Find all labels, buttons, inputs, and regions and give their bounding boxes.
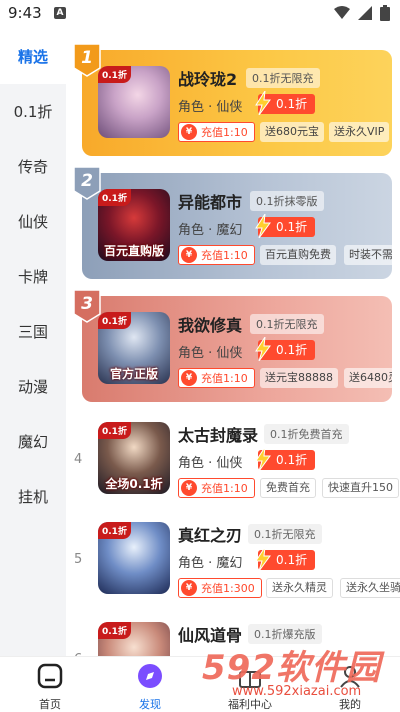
home-icon	[37, 663, 63, 689]
benefit-tag: 百元直购免费	[260, 245, 336, 265]
sidebar-item-xianxia[interactable]: 仙侠	[0, 193, 66, 249]
compass-icon	[138, 664, 162, 688]
coin-icon: ¥	[181, 580, 197, 596]
coin-icon: ¥	[181, 480, 197, 496]
game-icon: 0.1折 官方正版	[98, 312, 170, 384]
game-list: 1 0.1折 战玲珑2 0.1折无限充 角色 · 仙侠 0.1折 ¥ 充值1:1…	[66, 28, 400, 656]
game-title: 战玲珑2	[178, 70, 238, 89]
benefit-tag: 送永久精灵	[266, 578, 333, 598]
sidebar-item-card[interactable]: 卡牌	[0, 248, 66, 304]
sidebar-item-fantasy[interactable]: 魔幻	[0, 413, 66, 469]
sidebar-item-anime[interactable]: 动漫	[0, 358, 66, 414]
game-genre: 角色 · 仙侠	[178, 456, 243, 471]
category-sidebar: 精选 0.1折 传奇 仙侠 卡牌 三国 动漫 魔幻 挂机	[0, 28, 66, 656]
game-genre: 角色 · 魔幻	[178, 223, 243, 238]
game-title: 仙风道骨	[178, 626, 243, 645]
signal-icon	[358, 6, 372, 20]
sidebar-item-idle[interactable]: 挂机	[0, 468, 66, 524]
discount-chip: 0.1折	[255, 337, 316, 361]
lightning-icon	[255, 337, 271, 361]
game-row-5[interactable]: 5 0.1折 真红之刃 0.1折无限充 角色 · 魔幻 0.1折 ¥ 充值1:3…	[66, 516, 400, 616]
game-title: 真红之刃	[178, 526, 243, 545]
benefit-tag: 免费首充	[260, 478, 316, 498]
game-card-1[interactable]: 1 0.1折 战玲珑2 0.1折无限充 角色 · 仙侠 0.1折 ¥ 充值1:1…	[73, 43, 392, 156]
game-genre: 角色 · 魔幻	[178, 556, 243, 571]
game-genre: 角色 · 仙侠	[178, 346, 243, 361]
promo-tag: 0.1折免费首充	[264, 424, 349, 444]
game-title: 太古封魔录	[178, 426, 259, 445]
benefit-tag: 送永久坐骑	[340, 578, 400, 598]
nav-mine[interactable]: 我的	[315, 663, 385, 712]
promo-tag: 0.1折无限充	[250, 314, 324, 334]
status-icons	[334, 5, 390, 21]
benefit-tag: 快速直升150	[322, 478, 399, 498]
game-card-3[interactable]: 3 0.1折 官方正版 我欲修真 0.1折无限充 角色 · 仙侠 0.1折 ¥ …	[73, 289, 392, 402]
charge-chip: ¥ 充值1:10	[178, 122, 255, 142]
game-row-6[interactable]: 6 0.1折 仙风道骨 0.1折爆充版	[66, 616, 400, 656]
game-icon: 0.1折 全场0.1折	[98, 422, 170, 494]
status-bar: 9:43 A	[0, 0, 400, 28]
game-icon: 0.1折	[98, 522, 170, 594]
rank-number: 5	[74, 552, 83, 567]
game-title: 我欲修真	[178, 316, 243, 335]
notification-icon: A	[54, 7, 66, 19]
lightning-icon	[255, 214, 271, 238]
game-icon: 0.1折	[98, 622, 170, 656]
game-icon: 0.1折	[98, 66, 170, 138]
charge-chip: ¥ 充值1:10	[178, 245, 255, 265]
nav-discover[interactable]: 发现	[115, 663, 185, 712]
discount-chip: 0.1折	[255, 214, 316, 238]
sidebar-item-featured[interactable]: 精选	[0, 28, 66, 84]
charge-chip: ¥ 充值1:10	[178, 368, 255, 388]
nav-welfare[interactable]: 福利中心	[215, 663, 285, 712]
game-card-2[interactable]: 2 0.1折 百元直购版 异能都市 0.1折抹零版 角色 · 魔幻 0.1折 ¥…	[73, 166, 392, 279]
lightning-icon	[255, 91, 271, 115]
game-row-4[interactable]: 4 0.1折 全场0.1折 太古封魔录 0.1折免费首充 角色 · 仙侠 0.1…	[66, 416, 400, 516]
benefit-tag: 送永久VIP	[329, 122, 390, 142]
promo-tag: 0.1折无限充	[246, 68, 320, 88]
coin-icon: ¥	[181, 124, 197, 140]
status-time: 9:43	[8, 4, 42, 22]
benefit-tag: 送元宝88888	[260, 368, 338, 388]
gift-icon	[239, 671, 261, 688]
discount-chip: 0.1折	[255, 91, 316, 115]
game-icon: 0.1折 百元直购版	[98, 189, 170, 261]
game-genre: 角色 · 仙侠	[178, 100, 243, 115]
benefit-tag: 时装不需	[344, 245, 392, 265]
benefit-tag: 送680元宝	[260, 122, 324, 142]
rank-number: 4	[74, 452, 83, 467]
bottom-nav: 首页 发现 福利中心 我的	[0, 656, 400, 712]
coin-icon: ¥	[181, 370, 197, 386]
benefit-tag: 送6480灵	[344, 368, 392, 388]
promo-tag: 0.1折爆充版	[248, 624, 322, 644]
sidebar-item-legend[interactable]: 传奇	[0, 138, 66, 194]
sidebar-item-discount[interactable]: 0.1折	[0, 83, 66, 139]
lightning-icon	[255, 547, 271, 571]
coin-icon: ¥	[181, 247, 197, 263]
charge-chip: ¥ 充值1:10	[178, 478, 255, 498]
battery-icon	[380, 5, 390, 21]
promo-tag: 0.1折无限充	[248, 524, 322, 544]
promo-tag: 0.1折抹零版	[250, 191, 324, 211]
charge-chip: ¥ 充值1:300	[178, 578, 262, 598]
user-icon	[340, 666, 360, 688]
wifi-icon	[334, 6, 350, 19]
game-title: 异能都市	[178, 193, 243, 212]
nav-home[interactable]: 首页	[15, 663, 85, 712]
sidebar-item-three-kingdoms[interactable]: 三国	[0, 303, 66, 359]
discount-chip: 0.1折	[255, 547, 316, 571]
lightning-icon	[255, 447, 271, 471]
discount-chip: 0.1折	[255, 447, 316, 471]
